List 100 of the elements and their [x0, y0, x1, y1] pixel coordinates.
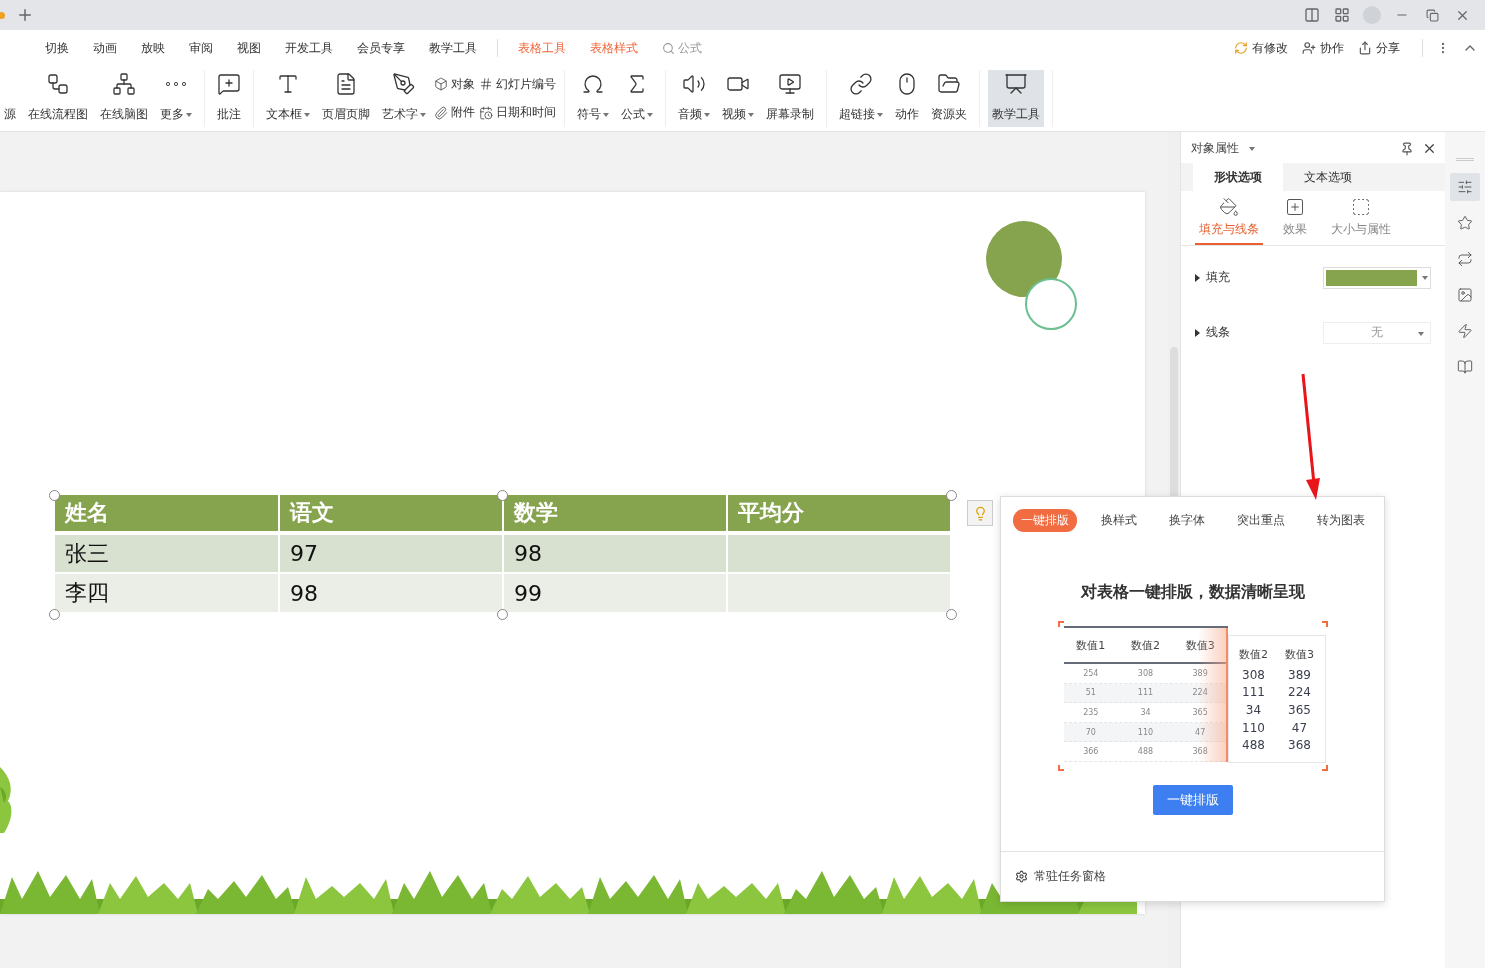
ribbon-button[interactable]: 教学工具	[988, 70, 1044, 127]
ribbon-button[interactable]: 音频	[674, 70, 714, 127]
new-tab-icon[interactable]	[16, 6, 34, 24]
result-cell-text: 34	[1244, 703, 1263, 717]
caret-icon	[748, 112, 754, 117]
ribbon-button[interactable]: 批注	[213, 70, 245, 127]
popup-tab[interactable]: 换样式	[1093, 509, 1145, 532]
restore-icon[interactable]	[1425, 8, 1439, 22]
pen-icon	[392, 72, 416, 96]
popup-heading: 对表格一键排版，数据清晰呈现	[1079, 582, 1306, 603]
textbox-icon	[276, 72, 300, 96]
menu-tab[interactable]: 开发工具	[273, 39, 345, 57]
resize-handle[interactable]	[497, 490, 508, 501]
ribbon-button[interactable]: 在线脑图	[96, 70, 152, 127]
caret-icon	[647, 112, 653, 117]
result-cell-text: 389	[1287, 667, 1312, 682]
omega-icon	[581, 72, 605, 96]
preview-cell-text: 368	[1191, 747, 1209, 757]
user-plus-icon	[1302, 41, 1316, 55]
search-icon[interactable]	[662, 41, 675, 55]
caret-icon	[304, 112, 310, 117]
result-cell-text: 488	[1241, 738, 1266, 753]
lightning-icon	[1457, 323, 1473, 339]
result-cell-text: 111	[1241, 685, 1266, 700]
table-cell: 张三	[55, 533, 279, 573]
folder-icon	[937, 72, 961, 96]
caret-icon	[1422, 275, 1428, 280]
square-plus-icon	[1285, 197, 1305, 217]
menu-tab[interactable]: 教学工具	[417, 39, 489, 57]
ribbon-button[interactable]: 对象	[434, 75, 475, 93]
lightbulb-button[interactable]	[967, 500, 993, 526]
resize-handle[interactable]	[946, 490, 957, 501]
preview-cell-text: 110	[1136, 727, 1155, 737]
preview-cell-text: 366	[1082, 747, 1100, 757]
ribbon-button[interactable]: 源	[0, 70, 20, 127]
preview-header: 数值1	[1075, 637, 1107, 653]
resize-handle[interactable]	[49, 609, 60, 620]
ribbon-button[interactable]: 附件	[434, 104, 475, 122]
fill-color-picker[interactable]	[1323, 266, 1431, 289]
popup-tab[interactable]: 转为图表	[1309, 509, 1373, 532]
popup-tab[interactable]: 换字体	[1161, 509, 1213, 532]
ribbon-button[interactable]: 动作	[891, 70, 923, 127]
resize-handle[interactable]	[946, 609, 957, 620]
panel-subtab[interactable]: 填充与线条	[1195, 197, 1263, 245]
panel-subtab[interactable]: 效果	[1279, 197, 1311, 245]
ribbon-button[interactable]: 文本框	[262, 70, 314, 127]
calendar-icon	[479, 105, 493, 120]
preview-cell-text: 47	[1194, 727, 1207, 737]
sidebar-button[interactable]	[1450, 173, 1480, 201]
format-button[interactable]: 一键排版	[1152, 785, 1233, 815]
ribbon-button[interactable]: 日期和时间	[479, 104, 556, 122]
pin-icon[interactable]	[1400, 141, 1414, 156]
menu-tab[interactable]: 放映	[129, 39, 177, 57]
preview-cell-text: 51	[1084, 688, 1097, 698]
fill-label[interactable]: 填充	[1206, 269, 1230, 286]
ribbon-button[interactable]: 超链接	[835, 70, 887, 127]
resize-handle[interactable]	[49, 490, 60, 501]
resize-handle[interactable]	[497, 609, 508, 620]
ribbon-button[interactable]: 屏幕录制	[762, 70, 818, 127]
popup-tab[interactable]: 突出重点	[1229, 509, 1293, 532]
header-action[interactable]: 分享	[1358, 39, 1400, 57]
settings-icon[interactable]	[1015, 870, 1028, 883]
panel-tab[interactable]: 文本选项	[1283, 163, 1373, 191]
preview-cell-text: 488	[1136, 747, 1155, 757]
panel-subtab[interactable]: 大小与属性	[1327, 197, 1395, 245]
table-cell: 98	[503, 533, 727, 573]
panel-tab[interactable]: 形状选项	[1193, 163, 1283, 191]
table-header: 数学	[503, 495, 727, 533]
ribbon-button[interactable]: 页眉页脚	[318, 70, 374, 127]
expand-arrow-icon[interactable]	[1195, 328, 1200, 337]
ribbon-button[interactable]: 在线流程图	[24, 70, 92, 127]
dashed-square-icon	[1351, 197, 1371, 217]
menu-tab[interactable]: 会员专享	[345, 39, 417, 57]
expand-arrow-icon[interactable]	[1195, 273, 1200, 282]
menu-tab[interactable]: 动画	[81, 39, 129, 57]
close-icon[interactable]	[1422, 141, 1437, 156]
ribbon-button[interactable]: 幻灯片编号	[479, 75, 556, 93]
header-action[interactable]: 协作	[1302, 39, 1344, 57]
header-action[interactable]: 有修改	[1234, 39, 1288, 57]
result-cell-text: 368	[1287, 738, 1312, 753]
panel-title[interactable]: 对象属性	[1191, 140, 1239, 157]
ribbon-button[interactable]: 公式	[617, 70, 657, 127]
pin-pane-link[interactable]: 常驻任务窗格	[1034, 868, 1106, 885]
menu-tab[interactable]: 审阅	[177, 39, 225, 57]
menu-tab[interactable]: 切换	[33, 39, 81, 57]
menu-tab[interactable]: 视图	[225, 39, 273, 57]
ribbon-button[interactable]: 视频	[718, 70, 758, 127]
page-icon	[334, 72, 358, 96]
grid-icon[interactable]	[1334, 7, 1350, 23]
ribbon-button[interactable]: 资源夹	[927, 70, 971, 127]
caret-icon	[186, 112, 192, 117]
preview-cell-text: 70	[1084, 727, 1097, 737]
line-label[interactable]: 线条	[1206, 324, 1230, 341]
document-dot	[0, 11, 5, 19]
ribbon-button[interactable]: 艺术字	[378, 70, 430, 127]
result-cell-text: 308	[1241, 667, 1266, 682]
caret-icon	[877, 112, 883, 117]
ribbon-button[interactable]: 更多	[156, 70, 196, 127]
ribbon-button[interactable]: 符号	[573, 70, 613, 127]
layout-icon[interactable]	[1304, 7, 1320, 23]
